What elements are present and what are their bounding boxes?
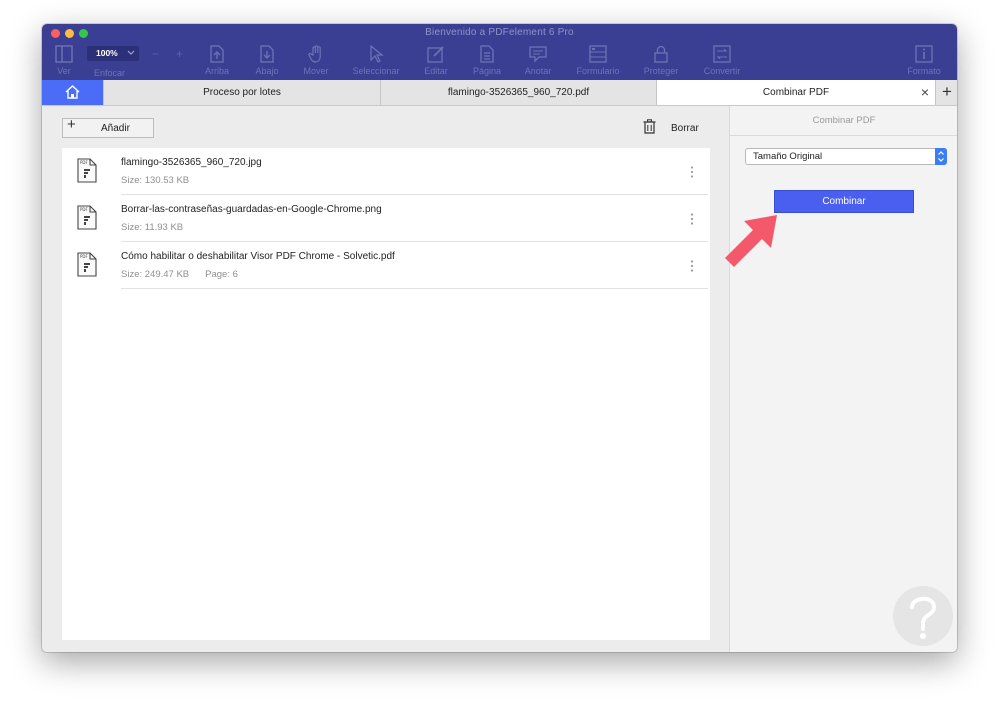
zoom-select[interactable]: 100%: [87, 46, 139, 61]
select-arrows-icon: [935, 148, 947, 165]
page-icon: [480, 45, 494, 63]
pdf-file-icon: PDF: [77, 205, 97, 230]
chevron-down-icon: [127, 50, 135, 55]
svg-text:PDF: PDF: [80, 207, 88, 212]
list-item[interactable]: PDF flamingo-3526365_960_720.jpg Size: 1…: [62, 148, 710, 195]
panel-divider: [730, 135, 957, 136]
toolbar-protect-button[interactable]: Proteger: [631, 44, 691, 78]
add-file-label: Añadir: [101, 123, 130, 134]
file-panel: + Añadir Borrar PDF flamingo-3526365_960…: [42, 106, 729, 652]
home-icon: [65, 85, 80, 99]
file-meta: Size: 130.53 KB: [121, 175, 205, 186]
format-icon: [915, 45, 933, 63]
hand-icon: [308, 45, 321, 63]
form-icon: [589, 45, 607, 63]
more-options-icon[interactable]: [690, 260, 694, 272]
annotation-arrow-icon: [725, 215, 777, 267]
toolbar-label: Formato: [907, 66, 941, 76]
plus-icon: +: [67, 116, 76, 133]
toolbar-form-button[interactable]: Formulario: [568, 44, 628, 78]
toolbar-label: Convertir: [703, 66, 741, 76]
file-size: Size: 11.93 KB: [121, 222, 184, 233]
panel-title: Combinar PDF: [812, 115, 876, 126]
tab-batch-process[interactable]: Proceso por lotes: [103, 80, 380, 105]
pdf-file-icon: PDF: [77, 158, 97, 183]
toolbar-convert-button[interactable]: Convertir: [692, 44, 752, 78]
file-list: PDF flamingo-3526365_960_720.jpg Size: 1…: [62, 148, 710, 640]
toolbar-label: Seleccionar: [352, 66, 400, 76]
toolbar-label: Anotar: [524, 66, 552, 76]
toolbar-label: Mover: [303, 66, 329, 76]
toolbar-format-button[interactable]: Formato: [894, 44, 954, 78]
toolbar-label: Formulario: [576, 66, 620, 76]
comment-icon: [529, 46, 547, 63]
lock-icon: [654, 45, 668, 63]
toolbar-move-button[interactable]: Mover: [286, 44, 346, 78]
file-name: Borrar-las-contraseñas-guardadas-en-Goog…: [121, 204, 382, 215]
toolbar-label: Ver: [57, 66, 71, 76]
toolbar-select-button[interactable]: Seleccionar: [346, 44, 406, 78]
zoom-in-button[interactable]: +: [176, 47, 183, 61]
svg-text:PDF: PDF: [80, 254, 88, 259]
watermark-logo-icon: [893, 586, 953, 646]
page-up-icon: [210, 45, 224, 63]
trash-icon[interactable]: [643, 119, 656, 134]
new-tab-button[interactable]: +: [935, 80, 957, 105]
toolbar: Bienvenido a PDFelement 6 Pro Ver 100% E…: [42, 24, 957, 80]
toolbar-label: Enfocar: [94, 68, 126, 78]
zoom-value: 100%: [96, 48, 118, 58]
file-size: Size: 130.53 KB: [121, 175, 190, 186]
file-name: Cómo habilitar o deshabilitar Visor PDF …: [121, 251, 395, 262]
svg-text:PDF: PDF: [80, 160, 88, 165]
edit-icon: [427, 46, 444, 63]
tab-label: Combinar PDF: [762, 87, 830, 98]
convert-icon: [713, 45, 731, 63]
combine-button[interactable]: Combinar: [774, 190, 914, 213]
view-icon: [55, 45, 73, 63]
file-name: flamingo-3526365_960_720.jpg: [121, 157, 262, 168]
more-options-icon[interactable]: [690, 213, 694, 225]
file-meta: Size: 11.93 KB: [121, 222, 199, 233]
page-size-value: Tamaño Original: [753, 151, 823, 162]
app-window: Bienvenido a PDFelement 6 Pro Ver 100% E…: [42, 24, 957, 652]
tab-bar: Proceso por lotes flamingo-3526365_960_7…: [42, 80, 957, 106]
delete-button[interactable]: Borrar: [671, 123, 699, 134]
file-meta: Size: 249.47 KB Page: 6: [121, 269, 238, 280]
page-down-icon: [260, 45, 274, 63]
tab-combine-pdf[interactable]: Combinar PDF ×: [656, 80, 935, 105]
file-pages: Page: 6: [205, 269, 238, 280]
list-item[interactable]: PDF Cómo habilitar o deshabilitar Visor …: [62, 242, 710, 289]
cursor-icon: [370, 45, 384, 63]
tab-flamingo-pdf[interactable]: flamingo-3526365_960_720.pdf: [380, 80, 656, 105]
row-divider: [121, 288, 708, 289]
pdf-file-icon: PDF: [77, 252, 97, 277]
page-size-select[interactable]: Tamaño Original: [745, 148, 947, 165]
list-item[interactable]: PDF Borrar-las-contraseñas-guardadas-en-…: [62, 195, 710, 242]
file-size: Size: 249.47 KB: [121, 269, 190, 280]
toolbar-label: Proteger: [643, 66, 679, 76]
window-title: Bienvenido a PDFelement 6 Pro: [425, 27, 574, 38]
close-tab-button[interactable]: ×: [921, 80, 929, 105]
tab-home[interactable]: [42, 80, 103, 105]
more-options-icon[interactable]: [690, 166, 694, 178]
zoom-out-button[interactable]: −: [152, 47, 159, 61]
combine-settings-panel: Combinar PDF Tamaño Original Combinar: [729, 106, 957, 652]
add-file-button[interactable]: + Añadir: [62, 116, 154, 138]
toolbar-annotate-button[interactable]: Anotar: [508, 44, 568, 78]
